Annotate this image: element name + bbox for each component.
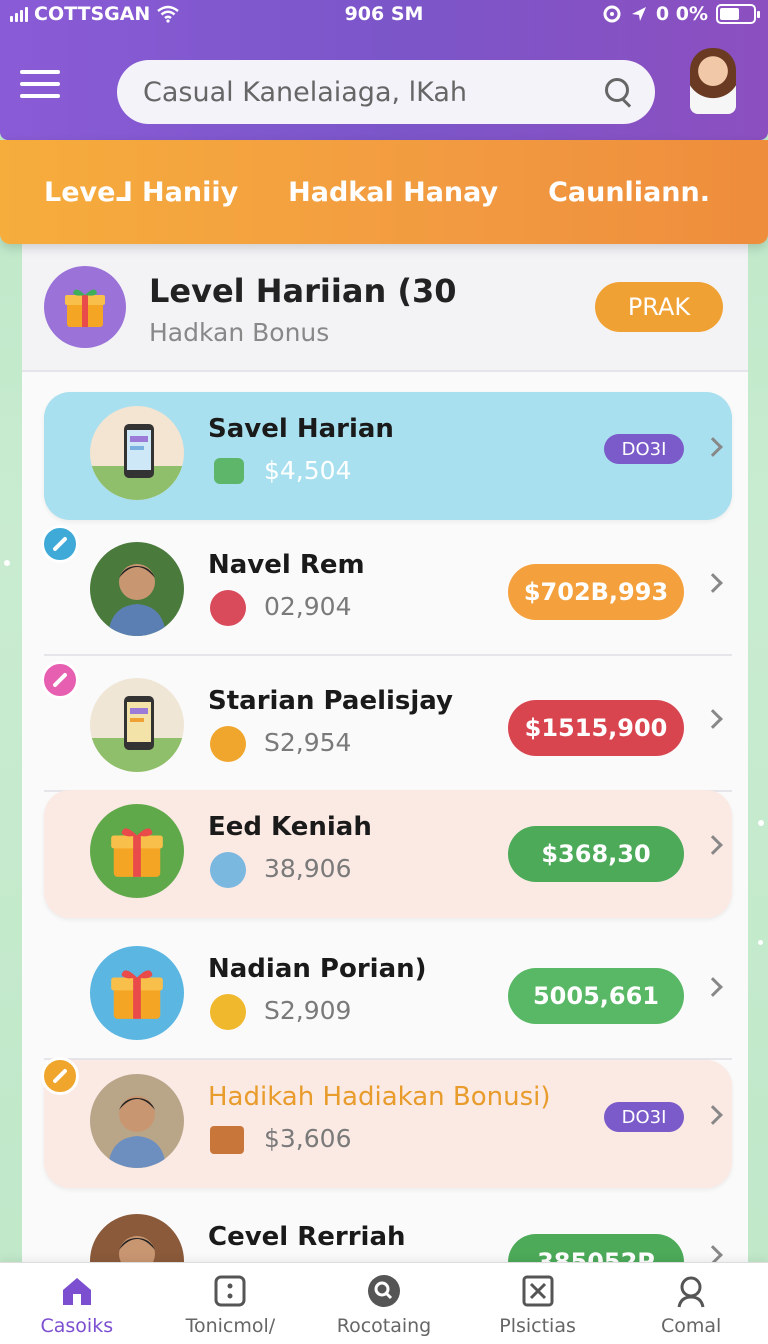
nav-item-tonicmol[interactable]: Tonicmol/: [154, 1263, 308, 1344]
home-icon: [62, 1278, 91, 1305]
chevron-right-icon[interactable]: [704, 434, 726, 462]
nav-item-casoiks[interactable]: Casoiks: [0, 1263, 154, 1344]
battery-percent: 0 0%: [655, 3, 708, 25]
wallet-icon: [214, 458, 244, 484]
edit-pin-icon: [41, 1057, 79, 1095]
prak-button[interactable]: PRAK: [595, 282, 723, 332]
list-item[interactable]: Hadikah Hadiakan Bonusi) $3,606 DO3I: [41, 1057, 732, 1188]
category-tabs: Leve⅃ Haniiy Hadkal Hanay Caunliann.: [0, 140, 768, 244]
nav-item-rocotaing[interactable]: Rocotaing: [307, 1263, 461, 1344]
row-title: Eed Keniah: [208, 812, 372, 842]
battery-icon: [716, 4, 760, 24]
row-title: Cevel Rerriah: [208, 1222, 406, 1252]
chevron-right-icon[interactable]: [704, 570, 726, 598]
bottom-navigation: Casoiks Tonicmol/ Rocotaing Plsictias Co…: [0, 1262, 768, 1344]
gift-icon: [90, 804, 184, 898]
frame-icon: [210, 1126, 244, 1154]
gift-icon: [90, 946, 184, 1040]
chevron-right-icon[interactable]: [704, 1102, 726, 1130]
tab-level-haniiy[interactable]: Leve⅃ Haniiy: [44, 177, 238, 208]
decor-dot: [758, 820, 764, 826]
list-item[interactable]: Eed Keniah 38,906 $368,30: [44, 790, 732, 918]
chevron-right-icon[interactable]: [704, 706, 726, 734]
page-subtitle: Hadkan Bonus: [149, 318, 330, 347]
phone-illustration-icon: [90, 406, 184, 500]
nav-label: Rocotaing: [336, 1315, 432, 1337]
amount-badge[interactable]: $1515,900: [508, 700, 684, 756]
row-title: Starian Paelisjay: [208, 686, 453, 716]
row-title: Savel Harian: [208, 414, 394, 444]
amount-badge[interactable]: 5005,661: [508, 968, 684, 1024]
bonus-header-card: Level Hariian (30 Hadkan Bonus PRAK: [22, 238, 748, 372]
row-amount: S2,954: [264, 728, 352, 757]
search-input[interactable]: [143, 76, 603, 108]
avatar: [90, 542, 184, 636]
row-title: Nadian Porian): [208, 954, 427, 984]
row-amount: S2,909: [264, 996, 352, 1025]
phone-illustration-icon: [90, 678, 184, 772]
avatar: [90, 1074, 184, 1168]
list-item[interactable]: Savel Harian $4,504 DO3I: [44, 392, 732, 520]
row-amount: 02,904: [264, 592, 352, 621]
hamburger-line: [20, 94, 60, 98]
nav-label: Tonicmol/: [185, 1315, 276, 1337]
nav-label: Plsictias: [499, 1315, 576, 1337]
row-title: Hadikah Hadiakan Bonusi): [208, 1082, 551, 1112]
amount-badge[interactable]: $368,30: [508, 826, 684, 882]
list-item[interactable]: Navel Rem 02,904 $702B,993: [41, 525, 732, 656]
hamburger-line: [20, 70, 60, 74]
close-box-icon: [522, 1275, 554, 1307]
gift-icon: [44, 266, 126, 348]
chevron-right-icon[interactable]: [704, 974, 726, 1002]
hamburger-line: [20, 82, 60, 86]
card-icon: [210, 852, 246, 888]
decor-dot: [4, 560, 10, 566]
list-item[interactable]: Starian Paelisjay S2,954 $1515,900: [41, 661, 732, 792]
menu-button[interactable]: [20, 70, 60, 100]
status-badge: DO3I: [604, 434, 684, 464]
status-bar: COTTSGAN 906 SM 0 0%: [0, 0, 768, 28]
edit-pin-icon: [41, 661, 79, 699]
nav-label: Comal: [661, 1315, 722, 1337]
row-amount: $4,504: [264, 456, 352, 485]
page-title: Level Hariian (30: [149, 272, 457, 310]
row-amount: 38,906: [264, 854, 352, 883]
alarm-icon: [603, 5, 621, 23]
chevron-right-icon[interactable]: [704, 832, 726, 860]
nav-item-comal[interactable]: Comal: [614, 1263, 768, 1344]
location-arrow-icon: [631, 7, 646, 21]
app-header: COTTSGAN 906 SM 0 0%: [0, 0, 768, 140]
row-amount: $3,606: [264, 1124, 352, 1153]
row-title: Navel Rem: [208, 550, 365, 580]
tab-hadkal-hanay[interactable]: Hadkal Hanay: [288, 177, 498, 208]
dice-icon: [214, 1275, 246, 1307]
amount-badge[interactable]: $702B,993: [508, 564, 684, 620]
user-avatar[interactable]: [690, 48, 736, 114]
status-badge: DO3I: [604, 1102, 684, 1132]
search-icon: [367, 1275, 400, 1307]
edit-pin-icon: [41, 525, 79, 563]
main-sheet: Level Hariian (30 Hadkan Bonus PRAK Save…: [22, 238, 748, 1278]
nav-label: Casoiks: [40, 1315, 114, 1337]
search-icon[interactable]: [603, 76, 635, 108]
tag-icon: [210, 590, 246, 626]
search-bar[interactable]: [117, 60, 655, 124]
nav-item-plsictias[interactable]: Plsictias: [461, 1263, 615, 1344]
list-item[interactable]: Nadian Porian) S2,909 5005,661: [44, 932, 732, 1060]
decor-dot: [758, 940, 763, 945]
user-icon: [677, 1276, 705, 1308]
coin-icon: [210, 726, 246, 762]
tab-caunliann[interactable]: Caunliann.: [548, 177, 710, 208]
coin-icon: [210, 994, 246, 1030]
